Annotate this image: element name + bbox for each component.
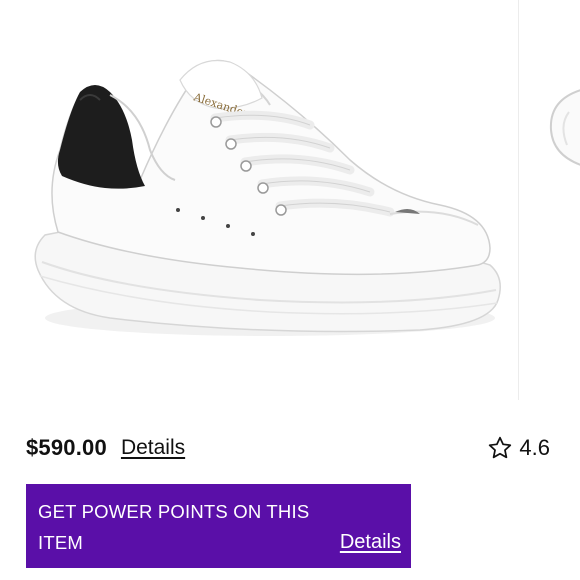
rating-button[interactable]: 4.6 <box>487 432 550 464</box>
star-outline-icon <box>489 436 512 459</box>
product-image-carousel[interactable]: Alexander <box>0 0 580 400</box>
power-points-text: GET POWER POINTS ON THIS ITEM <box>38 501 310 553</box>
rating-value: 4.6 <box>519 435 550 460</box>
power-points-banner[interactable]: GET POWER POINTS ON THIS ITEM Details <box>26 484 411 568</box>
price-row: $590.00 Details <box>26 430 185 466</box>
sneaker-image: Alexander <box>34 59 501 336</box>
sneaker-preview-image <box>549 89 580 166</box>
price-details-link[interactable]: Details <box>121 436 185 460</box>
next-product-image-preview[interactable] <box>518 0 580 400</box>
product-image[interactable]: Alexander <box>0 0 518 400</box>
product-price: $590.00 <box>26 435 107 460</box>
power-points-details-link[interactable]: Details <box>340 527 401 558</box>
